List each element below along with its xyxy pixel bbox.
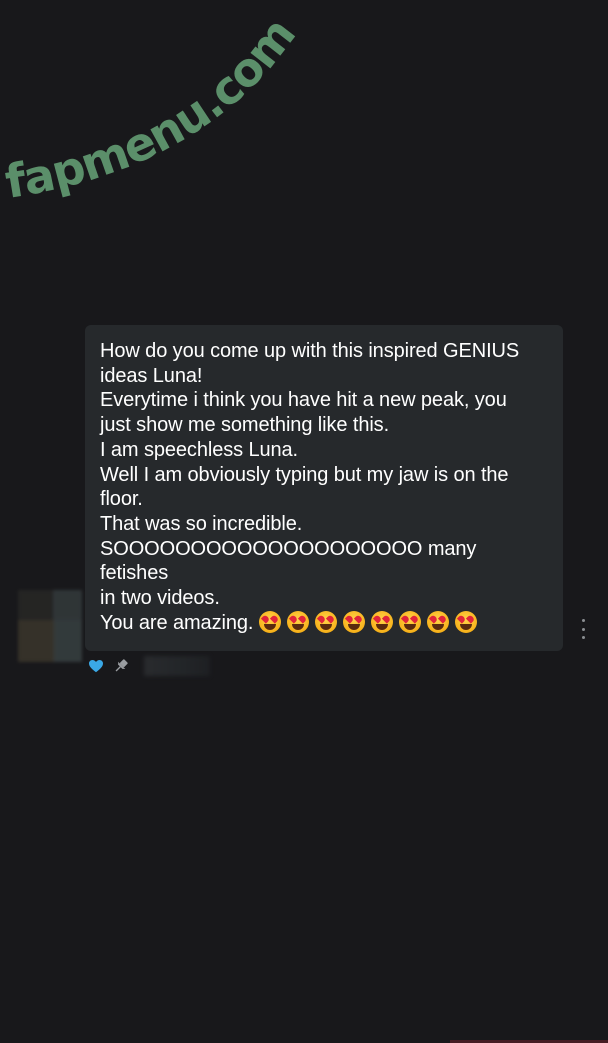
message-meta-row [88, 655, 210, 677]
star-struck-emoji [343, 610, 366, 633]
svg-text:fapmenu.com: fapmenu.com [1, 8, 305, 209]
more-vertical-icon[interactable] [578, 619, 588, 639]
star-struck-emoji [399, 610, 422, 633]
message-line: You are amazing. [100, 611, 254, 634]
message-line: Well I am obviously typing but my jaw is… [100, 463, 509, 486]
star-struck-emoji [427, 610, 450, 633]
message-line: SOOOOOOOOOOOOOOOOOOOO many fetishes [100, 537, 482, 585]
emoji-row [253, 610, 478, 634]
watermark-logo: fapmenu.com [0, 0, 320, 230]
message-line: That was so incredible. [100, 512, 303, 535]
pin-icon[interactable] [112, 657, 130, 675]
message-line: in two videos. [100, 587, 220, 610]
watermark-text: fapmenu.com [1, 8, 306, 209]
star-struck-emoji [371, 610, 394, 633]
message-line: ideas Luna! [100, 364, 203, 387]
message-last-line: You are amazing. [100, 610, 549, 636]
blurred-username [144, 656, 210, 676]
message-line: I am speechless Luna. [100, 438, 299, 461]
avatar[interactable] [18, 590, 82, 662]
star-struck-emoji [259, 610, 282, 633]
star-struck-emoji [315, 610, 338, 633]
heart-icon[interactable] [88, 658, 104, 674]
message-line: How do you come up with this inspired GE… [100, 340, 520, 362]
star-struck-emoji [455, 610, 478, 633]
message-bubble: How do you come up with this inspired GE… [85, 325, 563, 651]
message-line: just show me something like this. [100, 414, 390, 437]
message-line: Everytime i think you have hit a new pea… [100, 389, 507, 412]
message-line: floor. [100, 488, 143, 511]
star-struck-emoji [287, 610, 310, 633]
